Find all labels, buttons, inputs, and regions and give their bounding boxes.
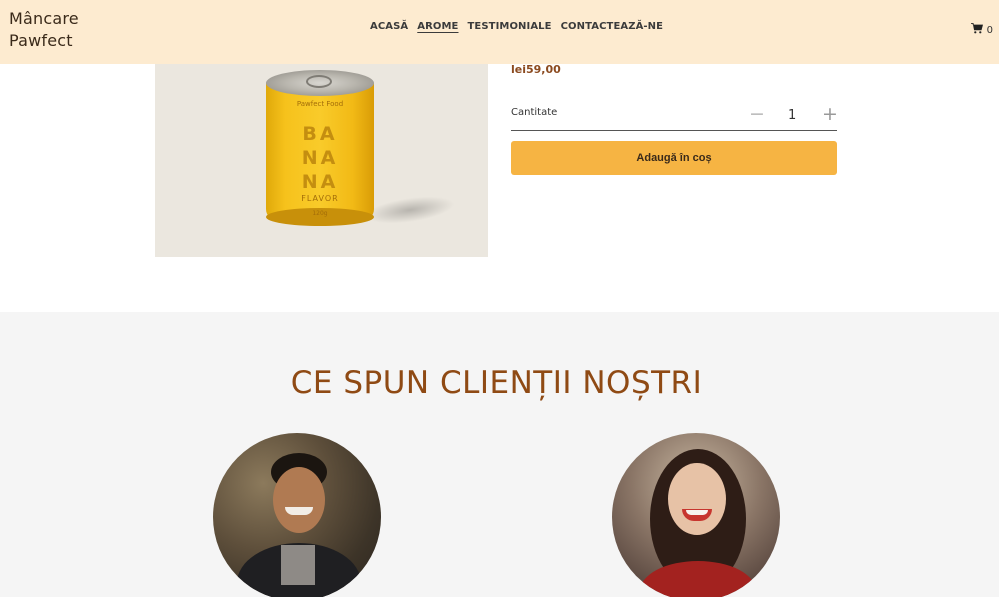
add-to-cart-button[interactable]: Adaugă în coș [511,141,837,175]
quantity-underline [511,130,837,131]
nav-item-arome[interactable]: AROME [417,21,458,32]
avatar-customer-woman [612,433,780,597]
can-brand: Pawfect Food [296,100,344,108]
cart-button[interactable]: 0 [970,23,993,37]
avatar-customer-man [213,433,381,597]
testimonials-title: CE SPUN CLIENȚII NOȘTRI [290,365,703,401]
can-weight: 120g [312,210,328,217]
site-header: Mâncare Pawfect ACASĂ AROME TESTIMONIALE… [0,0,999,64]
quantity-decrease-button[interactable]: − [749,103,765,125]
nav-item-acasa[interactable]: ACASĂ [370,21,408,32]
can-flavor-name: BA NA NA [301,123,339,193]
can-shadow [363,191,457,229]
quantity-label: Cantitate [511,107,558,118]
banana-can-illustration: Pawfect Food BA NA NA FLAVOR 120g [264,70,376,227]
cart-count: 0 [986,24,993,36]
main-nav: ACASĂ AROME TESTIMONIALE CONTACTEAZĂ-NE [370,21,663,32]
shopping-cart-icon [970,23,983,37]
brand-logo[interactable]: Mâncare Pawfect [9,8,119,52]
nav-item-testimoniale[interactable]: TESTIMONIALE [468,21,552,32]
testimonials-section: CE SPUN CLIENȚII NOȘTRI [0,312,999,597]
product-image: Pawfect Food BA NA NA FLAVOR 120g [155,30,488,257]
quantity-input[interactable]: 1 [788,108,796,123]
nav-item-contact[interactable]: CONTACTEAZĂ-NE [561,21,663,32]
quantity-increase-button[interactable]: + [822,103,838,125]
can-flavor-word: FLAVOR [301,194,339,203]
product-price: lei59,00 [511,63,561,76]
